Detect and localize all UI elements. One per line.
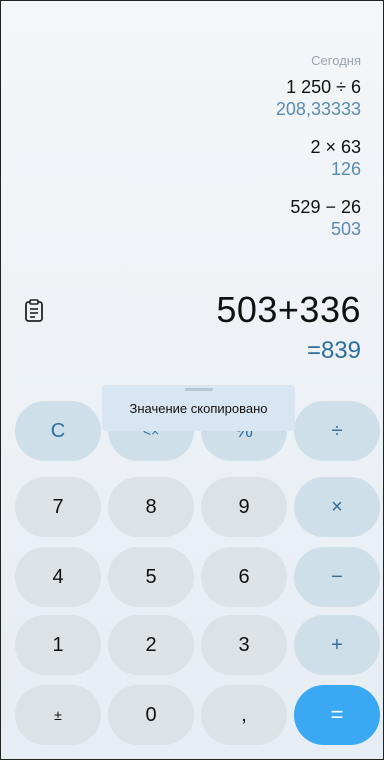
key-7[interactable]: 7 (15, 477, 101, 537)
plus-minus-button[interactable]: ± (15, 685, 101, 745)
equals-button[interactable]: = (294, 685, 380, 745)
minus-button[interactable]: − (294, 547, 380, 607)
history-result: 503 (330, 219, 361, 239)
key-2[interactable]: 2 (108, 615, 194, 675)
history-day-label: Сегодня (311, 53, 361, 68)
key-9[interactable]: 9 (201, 477, 287, 537)
key-6[interactable]: 6 (201, 547, 287, 607)
key-3[interactable]: 3 (201, 615, 287, 675)
key-8[interactable]: 8 (108, 477, 194, 537)
current-expression: 503+336 (216, 289, 361, 330)
current-result[interactable]: =839 (307, 337, 361, 365)
decimal-button[interactable]: , (201, 685, 287, 745)
calculator-screen: Сегодня 1 250 ÷ 6 208,33333 2 × 63 126 5… (0, 0, 384, 760)
history-panel: Сегодня 1 250 ÷ 6 208,33333 2 × 63 126 5… (61, 53, 361, 256)
plus-button[interactable]: + (294, 615, 380, 675)
key-0[interactable]: 0 (108, 685, 194, 745)
history-expression: 1 250 ÷ 6 (286, 77, 361, 97)
history-result: 208,33333 (275, 99, 361, 119)
divide-button[interactable]: ÷ (294, 401, 380, 461)
history-expression: 529 − 26 (290, 197, 361, 217)
key-5[interactable]: 5 (108, 547, 194, 607)
key-4[interactable]: 4 (15, 547, 101, 607)
history-entry[interactable]: 1 250 ÷ 6 208,33333 (61, 76, 361, 120)
key-1[interactable]: 1 (15, 615, 101, 675)
clipboard-icon[interactable] (23, 299, 45, 323)
history-expression: 2 × 63 (310, 137, 361, 157)
history-result: 126 (330, 159, 361, 179)
history-entry[interactable]: 529 − 26 503 (61, 196, 361, 240)
copied-toast: Значение скопировано (102, 385, 295, 431)
clear-button[interactable]: C (15, 401, 101, 461)
history-entry[interactable]: 2 × 63 126 (61, 136, 361, 180)
multiply-button[interactable]: × (294, 477, 380, 537)
